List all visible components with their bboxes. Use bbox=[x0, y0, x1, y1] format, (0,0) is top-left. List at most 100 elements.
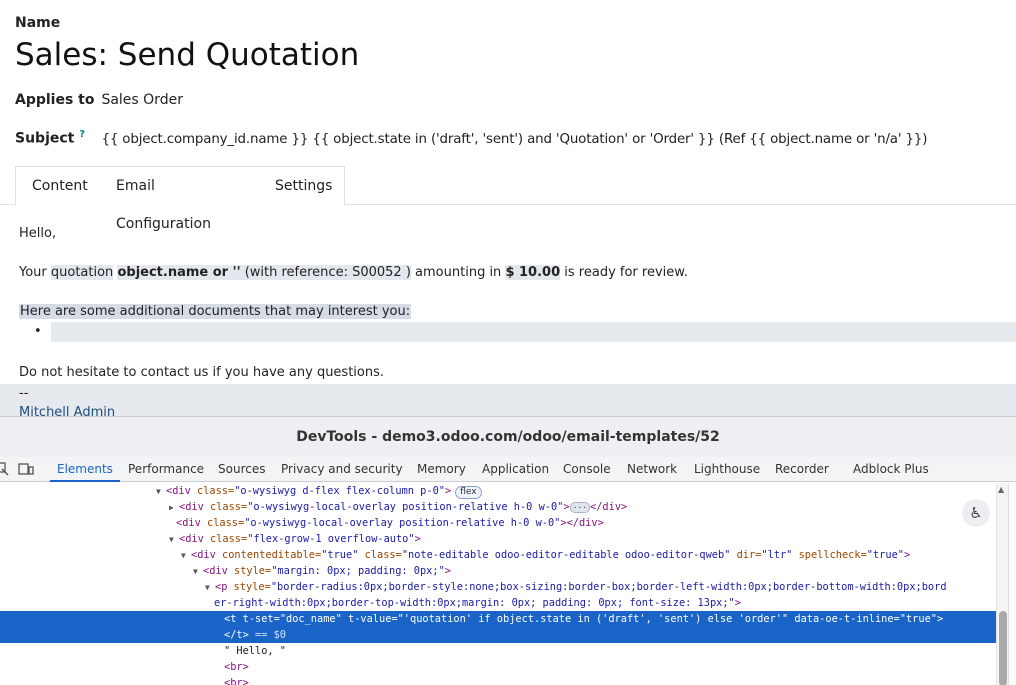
panel-tab-performance[interactable]: Performance bbox=[128, 457, 204, 482]
attr-value: "true" bbox=[899, 613, 937, 625]
elements-scrollbar[interactable]: ▲ bbox=[996, 483, 1008, 685]
notebook-tabs: Content Email Configuration Settings bbox=[0, 166, 1016, 232]
expanded-triangle-icon[interactable]: ▼ bbox=[181, 548, 191, 564]
tree-node[interactable]: ▼ <p style="border-radius:0px;border-styl… bbox=[0, 579, 996, 595]
attr-name: class= bbox=[197, 485, 235, 497]
subject-label: Subject ? bbox=[15, 129, 97, 147]
tag: > bbox=[444, 485, 452, 497]
body-greeting[interactable]: Hello, bbox=[19, 226, 56, 241]
expanded-triangle-icon[interactable]: ▼ bbox=[156, 484, 166, 500]
panel-tab-network[interactable]: Network bbox=[627, 457, 677, 482]
attr-value: "o-wysiwyg d-flex flex-column p-0" bbox=[234, 485, 445, 497]
tab-settings[interactable]: Settings bbox=[259, 166, 345, 205]
flex-badge[interactable]: flex bbox=[455, 486, 482, 499]
attr-value: "ltr" bbox=[761, 549, 793, 561]
amount-placeholder: $ 10.00 bbox=[505, 265, 561, 280]
text-node[interactable]: " Hello, " bbox=[0, 643, 996, 659]
tag: > bbox=[563, 501, 570, 513]
subject-input[interactable]: {{ object.company_id.name }} {{ object.s… bbox=[101, 132, 927, 147]
expanded-triangle-icon[interactable]: ▼ bbox=[193, 564, 203, 580]
tag: > bbox=[444, 565, 451, 577]
tag: <div bbox=[179, 533, 210, 545]
selected-marker: == $0 bbox=[248, 629, 287, 641]
collapsed-ellipsis[interactable]: ··· bbox=[569, 502, 591, 513]
documents-list-item[interactable]: • bbox=[0, 322, 1016, 342]
name-label: Name bbox=[15, 15, 61, 31]
attr-value: "note-editable odoo-editor-editable odoo… bbox=[401, 549, 731, 561]
reference-placeholder: S00052 bbox=[352, 265, 402, 280]
record-title[interactable]: Sales: Send Quotation bbox=[15, 37, 359, 73]
applies-to-value[interactable]: Sales Order bbox=[101, 92, 183, 108]
tree-node[interactable]: <br> bbox=[0, 659, 996, 675]
tree-node[interactable]: ▼ <div contenteditable="true" class="note… bbox=[0, 547, 996, 563]
devtools-titlebar[interactable]: DevTools - demo3.odoo.com/odoo/email-tem… bbox=[0, 417, 1016, 457]
tree-node[interactable]: ▼ <div class="o-wysiwyg d-flex flex-colum… bbox=[0, 483, 996, 499]
object-name-placeholder: object.name or '' bbox=[117, 265, 241, 280]
attr-name: data-oe-t-inline= bbox=[788, 613, 900, 625]
tag: > bbox=[903, 549, 911, 561]
attr-name: class= bbox=[358, 549, 402, 561]
tag: <div bbox=[176, 517, 207, 529]
tag: > bbox=[936, 613, 944, 625]
scrollbar-thumb[interactable] bbox=[999, 611, 1007, 685]
tree-node[interactable]: ▼ <div class="flex-grow-1 overflow-auto"> bbox=[0, 531, 996, 547]
tree-node[interactable]: ▼ <div style="margin: 0px; padding: 0px;"… bbox=[0, 563, 996, 579]
tag: > bbox=[734, 597, 741, 609]
panel-tab-lighthouse[interactable]: Lighthouse bbox=[694, 457, 760, 482]
body-quotation-paragraph[interactable]: Your quotation object.name or '' (with r… bbox=[19, 265, 688, 280]
elements-tree[interactable]: ▼ <div class="o-wysiwyg d-flex flex-colum… bbox=[0, 483, 996, 685]
panel-tab-application[interactable]: Application bbox=[482, 457, 549, 482]
panel-tab-adblock-plus[interactable]: Adblock Plus bbox=[853, 457, 929, 482]
panel-tab-elements[interactable]: Elements bbox=[50, 457, 120, 482]
accessibility-icon[interactable]: ♿ bbox=[962, 499, 990, 527]
email-template-form: Name Sales: Send Quotation Applies to Sa… bbox=[0, 0, 1016, 416]
p2-ref-suffix: ) bbox=[401, 265, 411, 280]
tree-node[interactable]: <br> bbox=[0, 675, 996, 685]
inspect-element-icon[interactable] bbox=[0, 461, 10, 477]
scroll-up-icon[interactable]: ▲ bbox=[998, 485, 1004, 494]
tree-node[interactable]: ▶ <div class="o-wysiwyg-local-overlay pos… bbox=[0, 499, 996, 515]
p2-suffix: is ready for review. bbox=[560, 265, 688, 280]
attr-name: t-set= bbox=[242, 613, 280, 625]
subject-row: Subject ? {{ object.company_id.name }} {… bbox=[15, 129, 927, 147]
tree-node-continuation[interactable]: er-right-width:0px;border-top-width:0px;… bbox=[0, 595, 996, 611]
tag: <t bbox=[224, 613, 243, 625]
bullet: • bbox=[34, 324, 42, 339]
body-contact-line[interactable]: Do not hesitate to contact us if you hav… bbox=[19, 365, 384, 380]
body-documents-line[interactable]: Here are some additional documents that … bbox=[19, 304, 412, 319]
list-item-highlight bbox=[51, 322, 1016, 342]
p2-ref-prefix: (with reference: bbox=[240, 265, 353, 280]
attr-value: "doc_name" bbox=[279, 613, 342, 625]
tab-content[interactable]: Content bbox=[15, 166, 101, 206]
attr-value: "margin: 0px; padding: 0px;" bbox=[271, 565, 445, 577]
help-icon[interactable]: ? bbox=[79, 129, 85, 140]
panel-tab-memory[interactable]: Memory bbox=[417, 457, 466, 482]
attr-value: "border-radius:0px;border-style:none;box… bbox=[270, 581, 947, 593]
expanded-triangle-icon[interactable]: ▼ bbox=[205, 580, 215, 596]
panel-tab-console[interactable]: Console bbox=[563, 457, 611, 482]
applies-to-row: Applies to Sales Order bbox=[15, 92, 183, 108]
attr-value: er-right-width:0px;border-top-width:0px;… bbox=[214, 597, 735, 609]
tag: </t> bbox=[224, 629, 249, 641]
signature-block[interactable]: -- Mitchell Admin bbox=[0, 384, 1016, 416]
applies-to-label: Applies to bbox=[15, 92, 95, 108]
attr-name: class= bbox=[210, 501, 248, 513]
tag: <br> bbox=[224, 677, 249, 685]
selected-tree-node[interactable]: <t t-set="doc_name" t-value="'quotation'… bbox=[0, 611, 996, 627]
panel-tab-recorder[interactable]: Recorder bbox=[775, 457, 829, 482]
attr-name: class= bbox=[210, 533, 248, 545]
attr-value: "'quotation' if object.state in ('draft'… bbox=[397, 613, 789, 625]
device-toolbar-icon[interactable] bbox=[18, 461, 34, 477]
tab-email-configuration[interactable]: Email Configuration bbox=[100, 166, 260, 232]
tag: <br> bbox=[224, 661, 249, 673]
expanded-triangle-icon[interactable]: ▼ bbox=[169, 532, 179, 548]
panel-tab-sources[interactable]: Sources bbox=[218, 457, 265, 482]
panel-tab-privacy[interactable]: Privacy and security bbox=[281, 457, 403, 482]
selected-tree-node-close[interactable]: </t> == $0 bbox=[0, 627, 996, 643]
devtools-toolbar: Elements Performance Sources Privacy and… bbox=[0, 457, 1016, 482]
p2-prefix: Your bbox=[19, 265, 51, 280]
attr-name: class= bbox=[207, 517, 245, 529]
collapsed-triangle-icon[interactable]: ▶ bbox=[169, 500, 179, 516]
tree-node[interactable]: <div class="o-wysiwyg-local-overlay posi… bbox=[0, 515, 996, 531]
signature-name[interactable]: Mitchell Admin bbox=[19, 405, 115, 416]
